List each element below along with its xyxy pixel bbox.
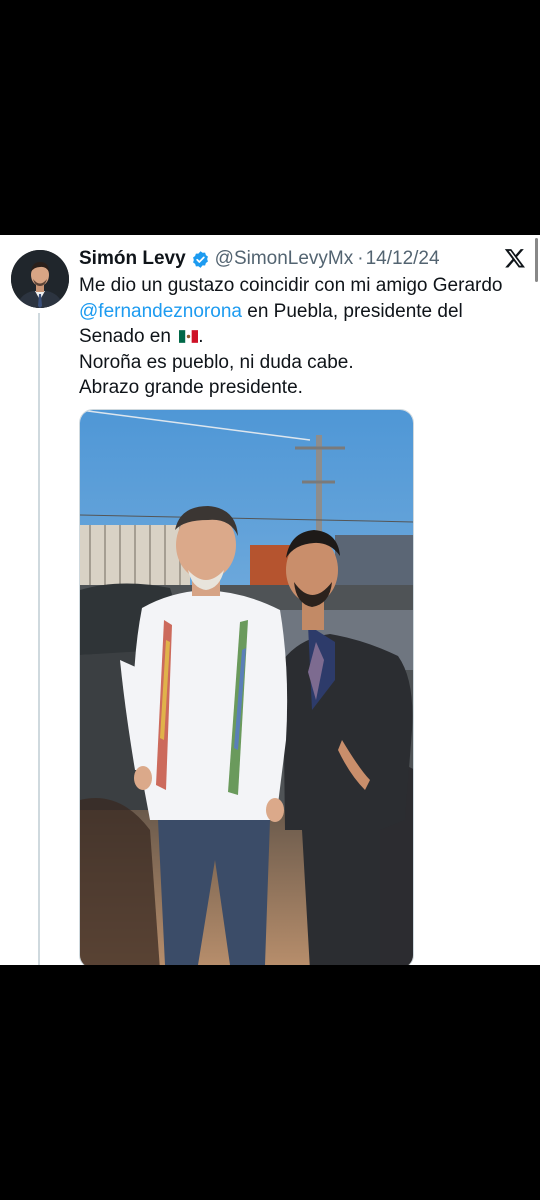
tweet-date[interactable]: 14/12/24 <box>366 248 440 270</box>
scrollbar[interactable] <box>535 238 538 282</box>
tweet-text-line: Abrazo grande presidente. <box>79 377 303 398</box>
header-separator: · <box>357 248 364 269</box>
avatar-image <box>11 250 69 308</box>
tweet-text-line: Noroña es pueblo, ni duda cabe. <box>79 351 354 373</box>
mexico-flag-emoji <box>179 330 199 343</box>
tweet-text-span: . <box>198 326 204 347</box>
tweet-text: Me dio un gustazo coincidir con mi amigo… <box>79 273 519 401</box>
author-display-name[interactable]: Simón Levy <box>79 248 186 270</box>
tweet-text-line: Me dio un gustazo coincidir con mi amigo… <box>79 275 503 296</box>
tweet-text-paragraph: @fernandeznorona en Puebla, presidente d… <box>79 299 519 350</box>
photo-image <box>80 410 413 965</box>
author-handle[interactable]: @SimonLevyMx <box>215 248 354 270</box>
avatar[interactable] <box>11 250 69 308</box>
tweet-card[interactable]: Simón Levy @SimonLevyMx · 14/12/24 Me di… <box>0 235 540 965</box>
tweet-photo[interactable] <box>79 409 414 965</box>
x-logo-icon[interactable] <box>504 247 526 269</box>
thread-line <box>38 313 40 965</box>
tweet-header: Simón Levy @SimonLevyMx · 14/12/24 <box>79 245 440 273</box>
mention-link[interactable]: @fernandeznorona <box>79 301 242 322</box>
verified-badge-icon <box>192 250 208 268</box>
